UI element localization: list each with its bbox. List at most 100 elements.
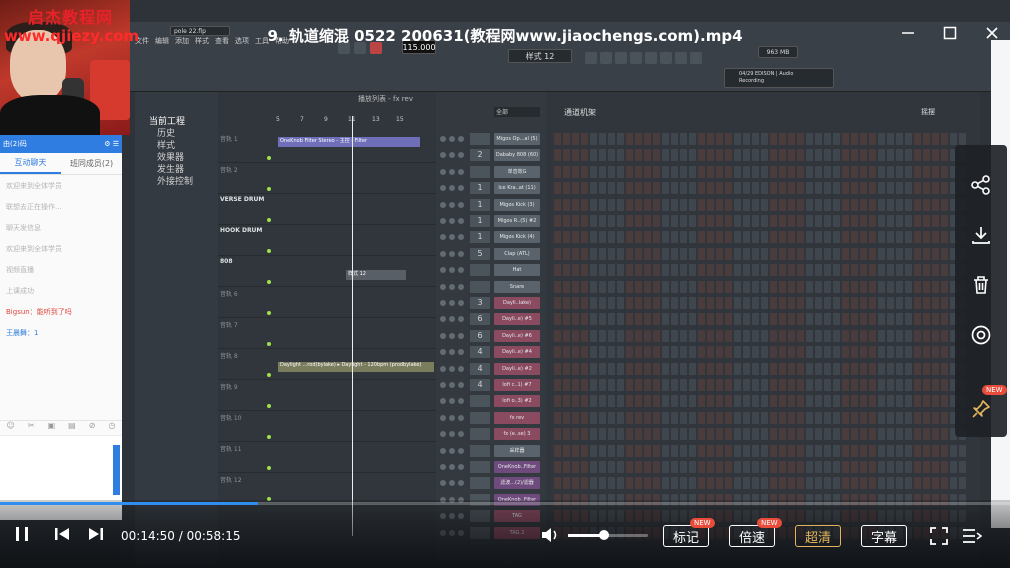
step-button[interactable]: [752, 395, 759, 408]
step-button[interactable]: [842, 182, 849, 195]
channel-mixer-number[interactable]: [470, 444, 490, 457]
channel-name-button[interactable]: Hat: [494, 264, 540, 277]
step-button[interactable]: [869, 133, 876, 145]
step-button[interactable]: [797, 477, 804, 490]
step-button[interactable]: [752, 280, 759, 293]
toolbar-icon-7[interactable]: [675, 52, 687, 64]
step-button[interactable]: [797, 280, 804, 293]
step-button[interactable]: [581, 149, 588, 162]
step-button[interactable]: [662, 231, 669, 244]
step-button[interactable]: [923, 346, 930, 359]
step-button[interactable]: [662, 444, 669, 457]
step-button[interactable]: [635, 182, 642, 195]
step-button[interactable]: [680, 215, 687, 227]
step-button[interactable]: [761, 461, 768, 473]
step-button[interactable]: [806, 149, 813, 162]
step-button[interactable]: [779, 297, 786, 309]
channel-knob[interactable]: [440, 480, 446, 487]
step-button[interactable]: [761, 264, 768, 277]
step-button[interactable]: [878, 461, 885, 473]
step-button[interactable]: [671, 264, 678, 277]
step-button[interactable]: [572, 313, 579, 326]
quality-button[interactable]: 超清: [795, 525, 841, 547]
channel-row[interactable]: lofi o..3) #2: [436, 394, 546, 408]
step-button[interactable]: [851, 297, 858, 309]
step-button[interactable]: [599, 379, 606, 391]
step-button[interactable]: [761, 215, 768, 227]
step-button[interactable]: [878, 428, 885, 441]
step-button[interactable]: [572, 247, 579, 260]
channel-mixer-number[interactable]: [470, 264, 490, 277]
step-button[interactable]: [788, 215, 795, 227]
step-button[interactable]: [554, 198, 561, 211]
step-button[interactable]: [653, 182, 660, 195]
channel-knob[interactable]: [449, 185, 455, 192]
step-button[interactable]: [626, 395, 633, 408]
step-button[interactable]: [743, 329, 750, 342]
step-button[interactable]: [806, 182, 813, 195]
step-button[interactable]: [905, 395, 912, 408]
step-button[interactable]: [617, 313, 624, 326]
step-button[interactable]: [554, 165, 561, 178]
step-button[interactable]: [698, 280, 705, 293]
speed-button[interactable]: 倍速: [729, 525, 775, 547]
step-button[interactable]: [752, 313, 759, 326]
channel-knob[interactable]: [440, 349, 446, 356]
step-button[interactable]: [941, 461, 948, 473]
step-button[interactable]: [869, 313, 876, 326]
toolbar-icon-6[interactable]: [660, 52, 672, 64]
step-button[interactable]: [941, 297, 948, 309]
image-icon[interactable]: ▣: [48, 421, 56, 434]
step-button[interactable]: [761, 444, 768, 457]
step-button[interactable]: [599, 477, 606, 490]
channel-knob[interactable]: [458, 201, 464, 208]
step-button[interactable]: [644, 182, 651, 195]
step-button[interactable]: [581, 165, 588, 178]
step-button[interactable]: [554, 215, 561, 227]
file-icon[interactable]: ▤: [68, 421, 76, 434]
fl-menu-item[interactable]: 帮助: [275, 36, 289, 48]
step-button[interactable]: [608, 362, 615, 375]
step-button[interactable]: [581, 280, 588, 293]
step-button[interactable]: [716, 280, 723, 293]
step-button[interactable]: [716, 182, 723, 195]
step-button[interactable]: [770, 313, 777, 326]
progress-bar[interactable]: [0, 502, 1010, 505]
track-mute-dot[interactable]: [267, 280, 271, 284]
step-button[interactable]: [581, 362, 588, 375]
step-button[interactable]: [626, 346, 633, 359]
step-button[interactable]: [779, 149, 786, 162]
channel-knob[interactable]: [458, 414, 464, 421]
step-button[interactable]: [581, 231, 588, 244]
step-button[interactable]: [743, 461, 750, 473]
play-button-fl[interactable]: [338, 42, 350, 54]
channel-knob[interactable]: [440, 250, 446, 257]
channel-name-button[interactable]: Snare: [494, 280, 540, 293]
channel-knob[interactable]: [449, 447, 455, 454]
step-button[interactable]: [860, 411, 867, 424]
step-button[interactable]: [788, 231, 795, 244]
step-button[interactable]: [896, 444, 903, 457]
step-button[interactable]: [599, 297, 606, 309]
playlist-track[interactable]: HOOK DRUM: [218, 225, 436, 256]
step-button[interactable]: [860, 329, 867, 342]
step-button[interactable]: [914, 477, 921, 490]
step-button[interactable]: [761, 231, 768, 244]
step-button[interactable]: [842, 297, 849, 309]
step-button[interactable]: [770, 231, 777, 244]
step-button[interactable]: [743, 280, 750, 293]
channel-knob[interactable]: [449, 464, 455, 470]
step-button[interactable]: [761, 379, 768, 391]
step-button[interactable]: [653, 297, 660, 309]
playlist-track[interactable]: 音轨 7: [218, 318, 436, 349]
step-button[interactable]: [572, 149, 579, 162]
step-button[interactable]: [734, 346, 741, 359]
step-button[interactable]: [653, 149, 660, 162]
step-button[interactable]: [923, 379, 930, 391]
channel-knob[interactable]: [458, 185, 464, 192]
step-button[interactable]: [932, 231, 939, 244]
step-button[interactable]: [752, 247, 759, 260]
step-button[interactable]: [824, 182, 831, 195]
step-button[interactable]: [806, 215, 813, 227]
channel-knob[interactable]: [458, 250, 464, 257]
